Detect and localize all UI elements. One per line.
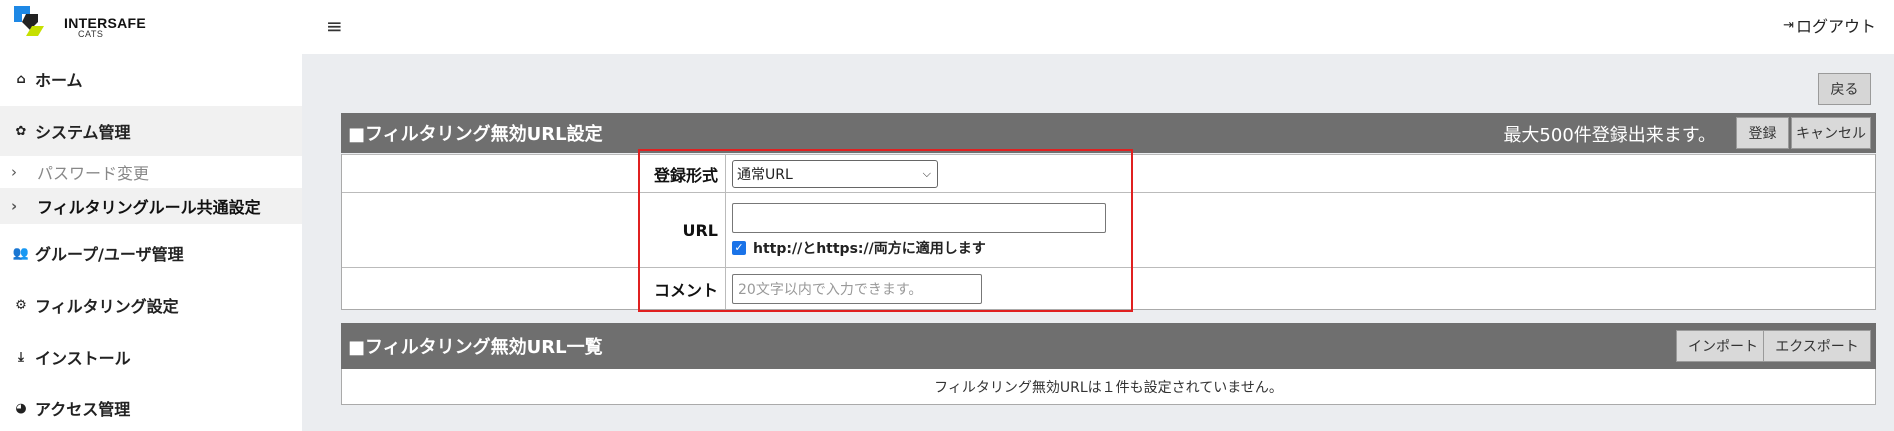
logout-icon: ⇥ [1783, 17, 1794, 33]
apply-both-label[interactable]: http://とhttps://両方に適用します [753, 238, 986, 258]
intersafe-logo-icon [14, 6, 44, 36]
list-panel-header: ■フィルタリング無効URL一覧 インポート エクスポート [341, 323, 1876, 369]
logo-text: INTERSAFE [64, 15, 147, 31]
sidebar-subitem-filter-rules[interactable]: › フィルタリングルール共通設定 [0, 188, 302, 224]
logout-label: ログアウト [1795, 17, 1876, 36]
top-bar: INTERSAFE CATS ≡ ⇥ ログアウト [0, 0, 1894, 54]
pie-chart-icon: ◕ [15, 400, 27, 416]
sidebar-subitem-password[interactable]: › パスワード変更 [0, 156, 302, 188]
comment-row: コメント 20文字以内で入力できます。 [342, 267, 1875, 309]
chevron-right-icon: › [11, 197, 18, 215]
register-button[interactable]: 登録 [1736, 117, 1789, 149]
sidebar-item-label: グループ/ユーザ管理 [35, 245, 184, 264]
sidebar-item-label: インストール [35, 349, 131, 368]
format-row: 登録形式 通常URL ⌵ [342, 154, 1875, 192]
sidebar-item-groups-users[interactable]: 👥 グループ/ユーザ管理 [0, 232, 302, 274]
sidebar-item-install[interactable]: ⤓ インストール [0, 336, 302, 378]
url-row: URL ✓ http://とhttps://両方に適用します [342, 192, 1875, 267]
sidebar-item-label: フィルタリング設定 [35, 297, 179, 316]
sidebar-item-home[interactable]: ⌂ ホーム [0, 54, 302, 104]
logo-subtext: CATS [78, 29, 104, 39]
logo[interactable]: INTERSAFE CATS [12, 4, 146, 42]
cogs-icon: ⚙ [15, 297, 27, 313]
settings-form: 登録形式 通常URL ⌵ URL ✓ http://とhttps://両方に適用… [341, 154, 1876, 310]
home-icon: ⌂ [16, 71, 26, 87]
sidebar-item-access[interactable]: ◕ アクセス管理 [0, 387, 302, 429]
chevron-down-icon: ⌵ [922, 166, 931, 180]
sidebar-item-label: システム管理 [35, 123, 131, 142]
settings-panel-title: ■フィルタリング無効URL設定 [348, 124, 603, 145]
users-icon: 👥 [12, 245, 30, 261]
url-input[interactable] [732, 202, 1106, 233]
sidebar: ⌂ ホーム ✿ システム管理 › パスワード変更 › フィルタリングルール共通設… [0, 54, 302, 431]
export-button[interactable]: エクスポート [1763, 330, 1871, 362]
sidebar-item-system[interactable]: ✿ システム管理 [0, 106, 302, 156]
download-icon: ⤓ [18, 349, 24, 365]
list-panel-title: ■フィルタリング無効URL一覧 [348, 337, 603, 358]
format-selected-value: 通常URL [737, 166, 793, 183]
chevron-right-icon: › [11, 163, 17, 181]
comment-label: コメント [342, 268, 726, 309]
list-empty-message: フィルタリング無効URLは１件も設定されていません。 [341, 369, 1876, 405]
apply-both-checkbox[interactable]: ✓ [732, 240, 746, 255]
apply-both-option: ✓ http://とhttps://両方に適用します [732, 238, 1875, 258]
logout-link[interactable]: ⇥ ログアウト [1783, 13, 1876, 37]
sidebar-item-label: アクセス管理 [35, 400, 131, 419]
format-label: 登録形式 [342, 155, 726, 192]
import-button[interactable]: インポート [1676, 330, 1770, 362]
sidebar-subitem-label: パスワード変更 [37, 164, 150, 183]
format-select[interactable]: 通常URL ⌵ [732, 159, 938, 188]
sidebar-item-label: ホーム [35, 71, 83, 90]
back-button[interactable]: 戻る [1818, 73, 1871, 105]
limit-text: 最大500件登録出来ます。 [1503, 125, 1716, 146]
sidebar-subitem-label: フィルタリングルール共通設定 [37, 198, 261, 217]
sidebar-item-filter-settings[interactable]: ⚙ フィルタリング設定 [0, 284, 302, 326]
settings-panel-header: ■フィルタリング無効URL設定 最大500件登録出来ます。 登録 キャンセル [341, 113, 1876, 153]
comment-input[interactable]: 20文字以内で入力できます。 [732, 273, 982, 304]
url-label: URL [342, 193, 726, 267]
gear-icon: ✿ [15, 123, 27, 139]
menu-toggle-icon[interactable]: ≡ [326, 14, 343, 38]
cancel-button[interactable]: キャンセル [1791, 117, 1871, 149]
